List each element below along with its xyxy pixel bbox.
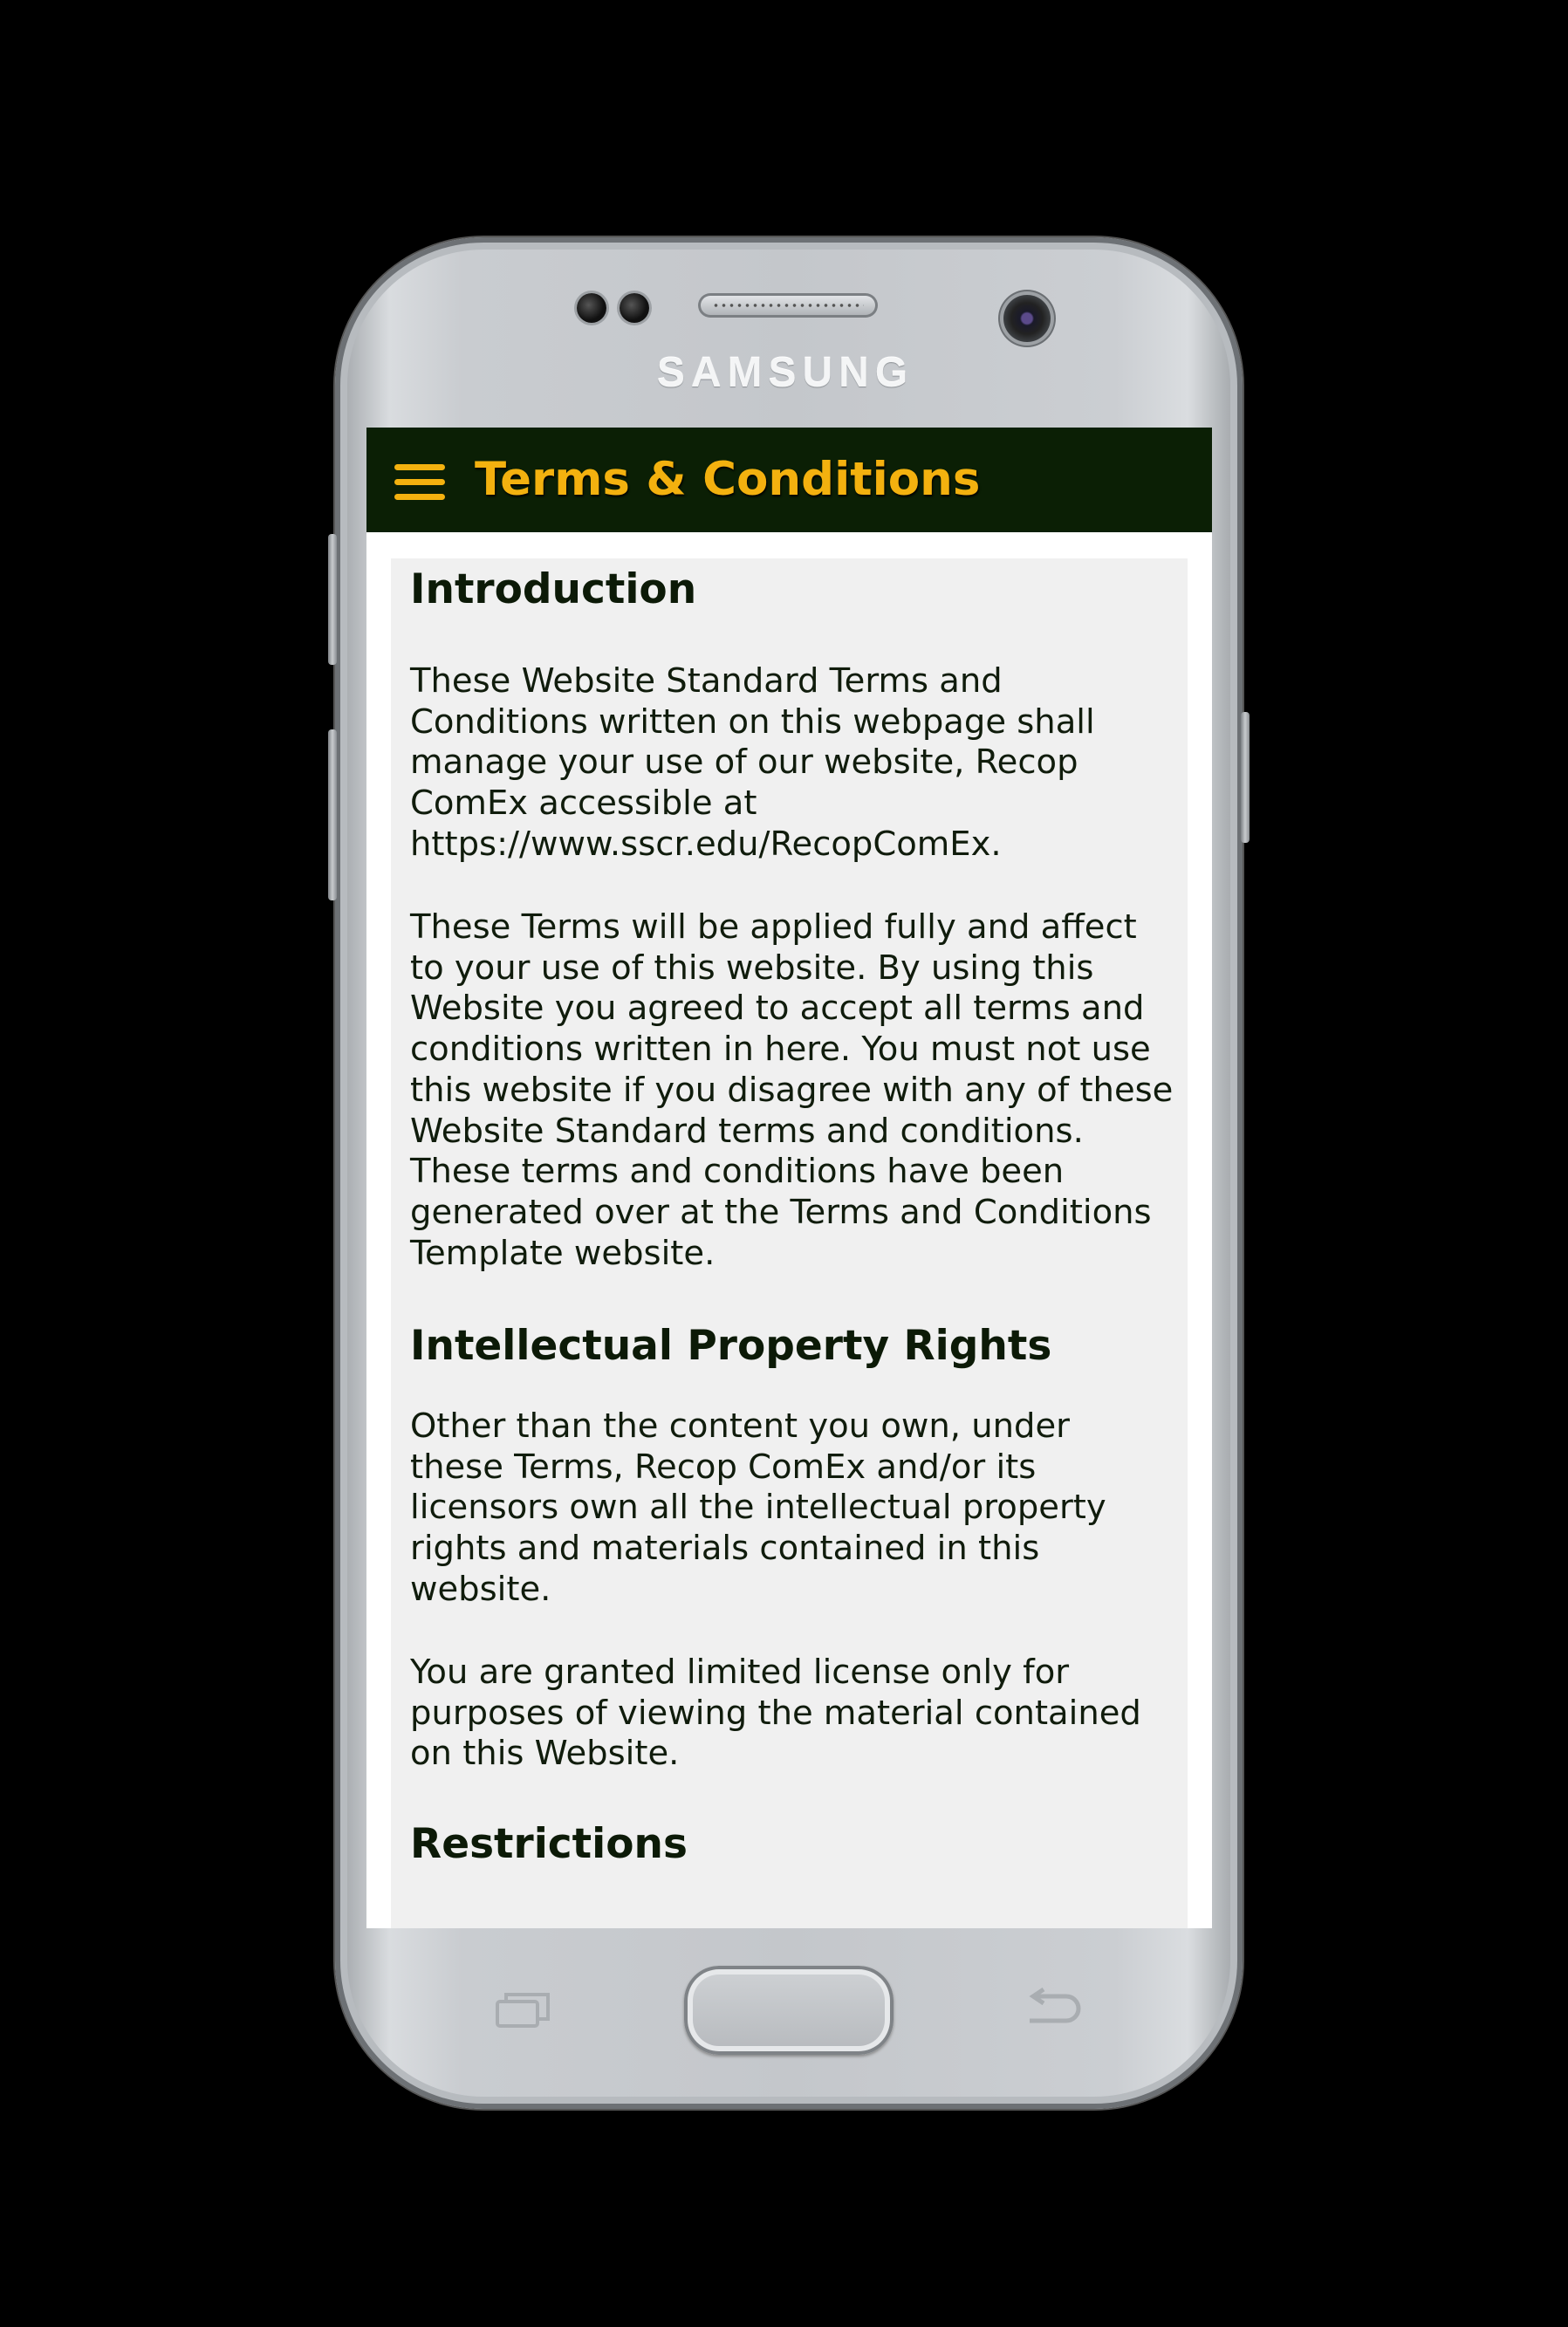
paragraph: These Terms will be applied fully and af… [410, 907, 1174, 1273]
paragraph: Other than the content you own, under th… [410, 1406, 1106, 1609]
section-heading-introduction: Introduction [410, 565, 697, 613]
app-bar: Terms & Conditions [366, 428, 1212, 532]
home-button[interactable] [684, 1966, 894, 2055]
paragraph: These Website Standard Terms and Conditi… [410, 661, 1095, 864]
paragraph: You are granted limited license only for… [410, 1653, 1141, 1774]
earpiece-speaker [698, 293, 878, 318]
phone-screen: Terms & Conditions Introduction These We… [366, 428, 1212, 1928]
volume-up-button [328, 534, 337, 665]
terms-content[interactable]: Introduction These Website Standard Term… [391, 558, 1188, 1928]
light-sensor-icon [620, 293, 649, 323]
volume-down-button [328, 729, 337, 900]
content-margin [1188, 532, 1212, 1928]
proximity-sensor-icon [577, 293, 606, 323]
front-camera-icon [1003, 295, 1051, 342]
page-title: Terms & Conditions [475, 453, 981, 506]
back-arrow-icon[interactable] [1023, 1987, 1082, 2031]
section-heading-intellectual-property: Intellectual Property Rights [410, 1322, 1052, 1370]
power-button [1241, 712, 1250, 843]
section-heading-restrictions: Restrictions [410, 1820, 688, 1868]
brand-logo: SAMSUNG [656, 350, 914, 396]
recent-apps-icon[interactable] [496, 1991, 550, 2028]
hamburger-menu-icon[interactable] [394, 464, 445, 501]
